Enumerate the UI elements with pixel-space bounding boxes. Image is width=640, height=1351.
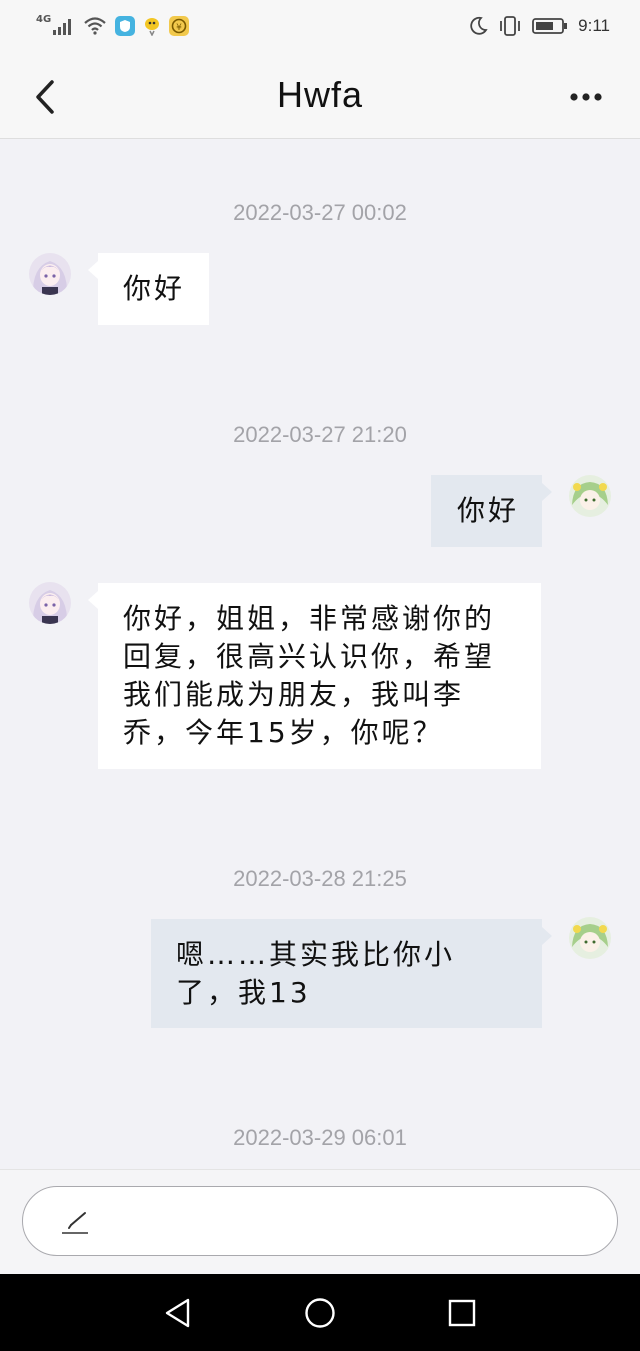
- recents-square-icon: [448, 1299, 476, 1327]
- message-timestamp: 2022-03-27 21:20: [233, 422, 407, 447]
- message-line: 了，我13: [176, 976, 311, 1009]
- status-bar-left: 4G ¥: [36, 14, 190, 38]
- anime-boy-avatar-icon: [569, 917, 611, 959]
- svg-text:¥: ¥: [176, 23, 182, 33]
- my-avatar[interactable]: [569, 475, 611, 517]
- message-timestamp: 2022-03-27 00:02: [233, 200, 407, 225]
- bubble-tail: [88, 261, 98, 279]
- network-type-label: 4G: [36, 14, 52, 25]
- incoming-message-bubble[interactable]: 你好: [88, 253, 209, 325]
- anime-girl-avatar-icon: [29, 253, 71, 295]
- message-line: 你好，姐姐，非常感谢你的: [123, 602, 496, 635]
- pencil-icon: [62, 1212, 88, 1234]
- nav-home-button[interactable]: [304, 1297, 336, 1329]
- chat-header: Hwfa: [0, 56, 640, 139]
- status-bar: 4G ¥ 9:11: [0, 0, 640, 56]
- coin-notification-icon: ¥: [169, 16, 190, 36]
- contact-avatar[interactable]: [29, 582, 71, 624]
- message-input-bar: [0, 1169, 640, 1274]
- message-line: 我们能成为朋友，我叫李: [123, 678, 465, 711]
- nav-back-button[interactable]: [162, 1297, 194, 1329]
- anime-boy-avatar-icon: [569, 475, 611, 517]
- message-text: 你好: [123, 272, 186, 305]
- system-nav-bar: [0, 1274, 640, 1351]
- bubble-tail: [542, 927, 552, 945]
- bubble-tail: [88, 591, 98, 609]
- moon-icon: [470, 16, 488, 35]
- message-timestamp: 2022-03-29 06:01: [233, 1125, 407, 1150]
- incoming-message-bubble[interactable]: 你好，姐姐，非常感谢你的 回复，很高兴认识你，希望 我们能成为朋友，我叫李 乔，…: [88, 583, 541, 769]
- message-line: 嗯……其实我比你小: [176, 938, 456, 971]
- status-bar-right: 9:11: [468, 14, 610, 38]
- message-timestamp: 2022-03-28 21:25: [233, 866, 407, 891]
- outgoing-message-bubble[interactable]: 你好: [431, 475, 552, 547]
- home-circle-icon: [305, 1298, 335, 1328]
- vibrate-icon: [500, 16, 521, 36]
- bubble-tail: [542, 483, 552, 501]
- message-input[interactable]: [22, 1186, 618, 1256]
- chat-messages[interactable]: 2022-03-27 00:02 你好 2022-03-27 21:20 你好: [0, 139, 640, 1169]
- wifi-icon: [84, 17, 106, 35]
- message-text: 你好: [457, 494, 520, 527]
- outgoing-message-bubble[interactable]: 嗯……其实我比你小 了，我13: [151, 919, 552, 1028]
- more-options-button[interactable]: [568, 86, 608, 108]
- app-notification-icon: [115, 16, 136, 36]
- message-line: 乔，今年15岁，你呢？: [123, 716, 444, 749]
- more-dots-icon: [570, 93, 602, 101]
- clock-time: 9:11: [578, 16, 610, 35]
- signal-icon: [53, 19, 72, 35]
- bird-notification-icon: [145, 18, 160, 36]
- back-triangle-icon: [165, 1298, 190, 1328]
- my-avatar[interactable]: [569, 917, 611, 959]
- nav-recents-button[interactable]: [446, 1297, 478, 1329]
- contact-avatar[interactable]: [29, 253, 71, 295]
- chat-title: Hwfa: [276, 74, 364, 115]
- battery-icon: [532, 18, 568, 34]
- anime-girl-avatar-icon: [29, 582, 71, 624]
- message-line: 回复，很高兴认识你，希望: [123, 640, 496, 673]
